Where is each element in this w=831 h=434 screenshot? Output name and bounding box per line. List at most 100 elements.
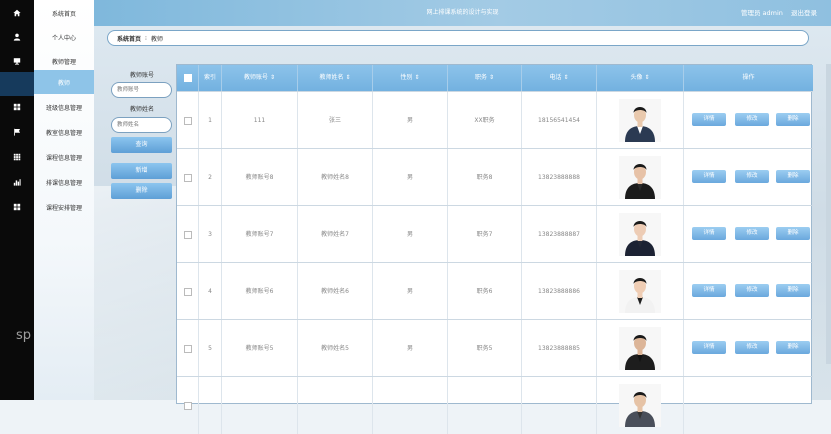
bar-chart-icon xyxy=(13,179,21,186)
detail-button[interactable]: 详情 xyxy=(692,341,726,354)
row-avatar-cell xyxy=(597,149,684,206)
row-checkbox[interactable] xyxy=(183,116,192,125)
header-actions: 操作 xyxy=(742,74,755,81)
row-checkbox[interactable] xyxy=(183,173,192,182)
row-name: 教师姓名5 xyxy=(298,320,373,377)
detail-button[interactable]: 详情 xyxy=(692,227,726,240)
header-index: 索引 xyxy=(199,65,222,91)
edit-button[interactable]: 修改 xyxy=(735,227,769,240)
sidebar-item-class-info[interactable]: 班级信息管理 xyxy=(34,94,94,120)
rail-schedule[interactable] xyxy=(0,169,34,195)
row-gender xyxy=(373,377,448,434)
table-row: 3 教师账号7 教师姓名7 男职务7 13823888887 详情 修改 删除 xyxy=(177,205,813,263)
select-all-checkbox[interactable] xyxy=(183,73,192,82)
vertical-scrollbar[interactable] xyxy=(826,64,831,364)
avatar xyxy=(619,99,661,142)
header-title[interactable]: 职务 ⇕ xyxy=(448,65,522,91)
home-icon xyxy=(13,9,21,17)
row-checkbox[interactable] xyxy=(183,344,192,353)
row-checkbox[interactable] xyxy=(183,401,192,410)
monitor-icon xyxy=(13,58,21,65)
row-checkbox-cell xyxy=(177,320,199,377)
row-checkbox[interactable] xyxy=(183,287,192,296)
detail-button[interactable]: 详情 xyxy=(692,113,726,126)
sidebar-item-classroom-info[interactable]: 教室信息管理 xyxy=(34,119,94,145)
rail-course[interactable] xyxy=(0,144,34,170)
sidebar-item-course-info[interactable]: 课程信息管理 xyxy=(34,144,94,170)
header-phone[interactable]: 电话 ⇕ xyxy=(522,65,597,91)
row-actions-cell: 详情 修改 删除 xyxy=(684,149,813,206)
row-index: 3 xyxy=(199,206,222,263)
sidebar-item-profile[interactable]: 个人中心 xyxy=(34,24,94,50)
row-gender: 男 xyxy=(373,92,448,149)
add-button[interactable]: 新增 xyxy=(111,163,172,179)
table-header: 索引 教师账号 ⇕ 教师姓名 ⇕ 性别 ⇕ 职务 ⇕ 电话 ⇕ 头像 ⇕ 操作 xyxy=(177,65,813,91)
grid-icon xyxy=(13,203,21,211)
row-name: 教师姓名7 xyxy=(298,206,373,263)
delete-button[interactable]: 删除 xyxy=(776,113,810,126)
batch-delete-button[interactable]: 删除 xyxy=(111,183,172,199)
header-select-all[interactable] xyxy=(177,65,199,91)
edit-button[interactable]: 修改 xyxy=(735,170,769,183)
row-gender: 男 xyxy=(373,263,448,320)
header-account[interactable]: 教师账号 ⇕ xyxy=(222,65,298,91)
account-search-input[interactable] xyxy=(111,82,172,98)
rail-class[interactable] xyxy=(0,94,34,120)
breadcrumb-home[interactable]: 系统首页 xyxy=(117,34,141,43)
row-checkbox-cell xyxy=(177,92,199,149)
sidebar-item-course-arrangement[interactable]: 课程安排管理 xyxy=(34,194,94,220)
header-gender[interactable]: 性别 ⇕ xyxy=(373,65,448,91)
row-name: 教师姓名8 xyxy=(298,149,373,206)
row-gender: 男 xyxy=(373,320,448,377)
name-search-input[interactable] xyxy=(111,117,172,133)
edit-button[interactable]: 修改 xyxy=(735,341,769,354)
detail-button[interactable]: 详情 xyxy=(692,170,726,183)
name-search-label: 教师姓名 xyxy=(130,106,155,113)
row-phone: 13823888885 xyxy=(522,320,597,377)
row-title: 职务6 xyxy=(448,263,522,320)
row-avatar-cell xyxy=(597,377,684,434)
row-title xyxy=(448,377,522,434)
row-name: 教师姓名6 xyxy=(298,263,373,320)
sidebar-item-schedule-info[interactable]: 排课信息管理 xyxy=(34,169,94,195)
delete-button[interactable]: 删除 xyxy=(776,170,810,183)
row-gender: 男 xyxy=(373,206,448,263)
rail-teacher[interactable] xyxy=(0,48,34,74)
query-button[interactable]: 查询 xyxy=(111,137,172,153)
breadcrumb: 系统首页 ⁝ 教师 xyxy=(107,30,809,46)
rail-arrangement[interactable] xyxy=(0,194,34,220)
breadcrumb-current: 教师 xyxy=(150,35,163,43)
table-row: 2 教师账号8 教师姓名8 男职务8 13823888888 详情 修改 删除 xyxy=(177,148,813,206)
row-checkbox[interactable] xyxy=(183,230,192,239)
row-name xyxy=(298,377,373,434)
delete-button[interactable]: 删除 xyxy=(776,227,810,240)
row-account: 教师账号5 xyxy=(222,320,298,377)
sidebar-item-teacher[interactable]: 教师 xyxy=(34,70,94,94)
row-account: 111 xyxy=(222,92,298,149)
rail-home[interactable] xyxy=(0,0,34,26)
rail-user[interactable] xyxy=(0,24,34,50)
edit-button[interactable]: 修改 xyxy=(735,113,769,126)
row-account: 教师账号8 xyxy=(222,149,298,206)
row-actions-cell: 详情 修改 删除 xyxy=(684,206,813,263)
sidebar-item-home[interactable]: 系统首页 xyxy=(34,0,94,26)
rail-classroom[interactable] xyxy=(0,119,34,145)
row-phone: 18156541454 xyxy=(522,92,597,149)
row-phone: 13823888887 xyxy=(522,206,597,263)
account-search-label: 教师账号 xyxy=(130,72,155,79)
row-index xyxy=(199,377,222,434)
rail-teacher-sub[interactable] xyxy=(0,72,34,96)
row-actions-cell: 详情 修改 删除 xyxy=(684,92,813,149)
delete-button[interactable]: 删除 xyxy=(776,284,810,297)
avatar xyxy=(619,156,661,199)
header-name[interactable]: 教师姓名 ⇕ xyxy=(298,65,373,91)
edit-button[interactable]: 修改 xyxy=(735,284,769,297)
row-avatar-cell xyxy=(597,263,684,320)
delete-button[interactable]: 删除 xyxy=(776,341,810,354)
row-name: 张三 xyxy=(298,92,373,149)
logout-link[interactable]: 退出登录 xyxy=(791,9,817,17)
header-avatar[interactable]: 头像 ⇕ xyxy=(597,65,684,91)
detail-button[interactable]: 详情 xyxy=(692,284,726,297)
table-row: 5 教师账号5 教师姓名5 男职务5 13823888885 详情 修改 删除 xyxy=(177,319,813,377)
sidebar-menu: 系统首页 个人中心 教师管理 教师 班级信息管理 教室信息管理 课程信息管理 排… xyxy=(34,0,94,400)
